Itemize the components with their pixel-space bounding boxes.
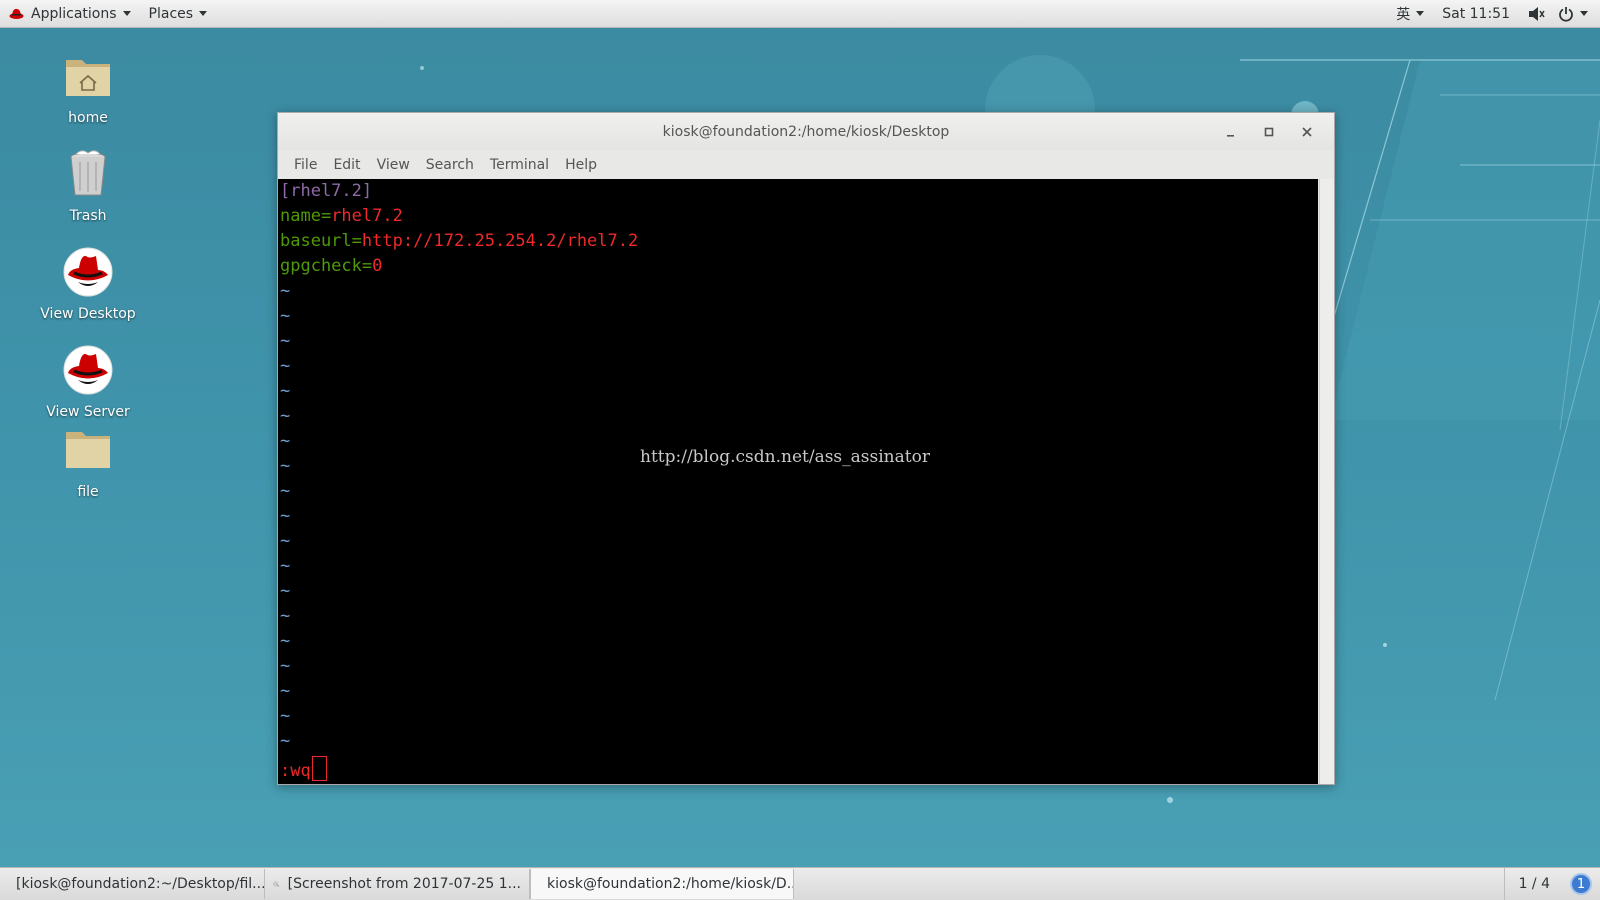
input-method-menu[interactable]: 英 xyxy=(1387,0,1433,27)
volume-icon xyxy=(1529,6,1545,21)
maximize-icon xyxy=(1264,127,1274,136)
watermark: http://blog.csdn.net/ass_assinator xyxy=(640,447,930,467)
clock[interactable]: Sat 11:51 xyxy=(1433,0,1519,27)
empty-line-tilde: ~ xyxy=(280,731,291,751)
image-viewer-icon xyxy=(273,881,280,887)
empty-line-tilde: ~ xyxy=(280,556,291,576)
menu-help[interactable]: Help xyxy=(557,157,605,173)
chevron-down-icon xyxy=(1416,11,1425,16)
clock-label: Sat 11:51 xyxy=(1442,5,1510,22)
empty-line-tilde: ~ xyxy=(280,506,291,526)
baseurl-value: http://172.25.254.2/rhel7.2 xyxy=(361,231,639,251)
scrollbar[interactable] xyxy=(1319,179,1334,784)
desktop-icon-view-desktop[interactable]: View Desktop xyxy=(33,246,143,322)
system-menu[interactable] xyxy=(1519,0,1600,27)
terminal-content[interactable]: [rhel7.2] name=rhel7.2 baseurl=http://17… xyxy=(278,179,1318,784)
minimize-button[interactable] xyxy=(1212,117,1250,147)
maximize-button[interactable] xyxy=(1250,117,1288,147)
empty-line-tilde: ~ xyxy=(280,356,291,376)
text-cursor xyxy=(311,756,327,781)
chevron-down-icon xyxy=(199,11,208,16)
task-button-active[interactable]: kiosk@foundation2:/home/kiosk/D... xyxy=(530,869,794,899)
folder-icon xyxy=(66,432,110,468)
close-icon xyxy=(1302,126,1312,137)
empty-line-tilde: ~ xyxy=(280,631,291,651)
bottom-panel: [kiosk@foundation2:~/Desktop/fil... [Scr… xyxy=(0,867,1600,900)
empty-line-tilde: ~ xyxy=(280,681,291,701)
empty-line-tilde: ~ xyxy=(280,381,291,401)
window-title: kiosk@foundation2:/home/kiosk/Desktop xyxy=(662,123,950,140)
desktop-icon-label: Trash xyxy=(69,208,107,224)
task-label: [kiosk@foundation2:~/Desktop/fil... xyxy=(16,876,265,892)
redhat-logo-icon xyxy=(9,8,24,19)
desktop-icon-label: View Server xyxy=(46,404,130,420)
menu-view[interactable]: View xyxy=(369,157,418,173)
close-button[interactable] xyxy=(1288,117,1326,147)
empty-line-tilde: ~ xyxy=(280,531,291,551)
menu-search[interactable]: Search xyxy=(418,157,482,173)
repo-section: [rhel7.2] xyxy=(280,181,373,201)
vim-command-line: :wq xyxy=(280,756,327,784)
name-key: name= xyxy=(280,206,332,226)
desktop-icon-label: View Desktop xyxy=(40,306,136,322)
baseurl-key: baseurl= xyxy=(280,231,362,251)
empty-line-tilde: ~ xyxy=(280,281,291,301)
workspace-switcher[interactable]: 1 / 4 xyxy=(1503,868,1564,900)
redhat-icon xyxy=(63,247,113,297)
applications-menu[interactable]: Applications xyxy=(0,0,140,27)
places-menu[interactable]: Places xyxy=(140,0,217,27)
terminal-line: name=rhel7.2 xyxy=(278,204,1318,229)
empty-line-tilde: ~ xyxy=(280,606,291,626)
task-label: kiosk@foundation2:/home/kiosk/D... xyxy=(547,876,794,892)
terminal-line: gpgcheck=0 xyxy=(278,254,1318,279)
top-panel: Applications Places 英 Sat 11:51 xyxy=(0,0,1600,28)
menu-file[interactable]: File xyxy=(286,157,325,173)
power-icon xyxy=(1559,6,1573,22)
task-button[interactable]: [Screenshot from 2017-07-25 1... xyxy=(265,869,530,899)
gpgcheck-value: 0 xyxy=(372,256,383,276)
chevron-down-icon xyxy=(1580,11,1588,16)
gpgcheck-key: gpgcheck= xyxy=(280,256,373,276)
empty-line-tilde: ~ xyxy=(280,706,291,726)
input-method-label: 英 xyxy=(1396,6,1411,23)
desktop-icon-label: home xyxy=(68,110,108,126)
desktop-icon-home[interactable]: home xyxy=(33,50,143,126)
notification-badge[interactable]: 1 xyxy=(1570,873,1592,895)
task-label: [Screenshot from 2017-07-25 1... xyxy=(287,876,521,892)
redhat-icon xyxy=(63,345,113,395)
minimize-icon xyxy=(1227,134,1234,137)
menubar: File Edit View Search Terminal Help xyxy=(278,150,1334,179)
terminal-line: baseurl=http://172.25.254.2/rhel7.2 xyxy=(278,229,1318,254)
desktop-icon-view-server[interactable]: View Server xyxy=(33,344,143,420)
empty-line-tilde: ~ xyxy=(280,306,291,326)
trash-icon xyxy=(70,150,106,196)
empty-line-tilde: ~ xyxy=(280,481,291,501)
empty-line-tilde: ~ xyxy=(280,331,291,351)
empty-line-tilde: ~ xyxy=(280,656,291,676)
chevron-down-icon xyxy=(122,11,131,16)
name-value: rhel7.2 xyxy=(331,206,403,226)
empty-line-tilde: ~ xyxy=(280,406,291,426)
task-button[interactable]: [kiosk@foundation2:~/Desktop/fil... xyxy=(0,869,265,899)
terminal-line: [rhel7.2] xyxy=(278,179,1318,204)
desktop-icon-file[interactable]: file xyxy=(33,424,143,500)
empty-line-tilde: ~ xyxy=(280,581,291,601)
places-label: Places xyxy=(148,5,194,22)
folder-home-icon xyxy=(66,60,110,96)
desktop-icon-label: file xyxy=(77,484,99,500)
menu-edit[interactable]: Edit xyxy=(325,157,368,173)
applications-label: Applications xyxy=(31,5,117,22)
window-titlebar[interactable]: kiosk@foundation2:/home/kiosk/Desktop xyxy=(278,113,1334,150)
desktop-icon-trash[interactable]: Trash xyxy=(33,148,143,224)
command-text: :wq xyxy=(280,761,311,781)
terminal-window: kiosk@foundation2:/home/kiosk/Desktop Fi… xyxy=(277,112,1335,785)
menu-terminal[interactable]: Terminal xyxy=(482,157,557,173)
